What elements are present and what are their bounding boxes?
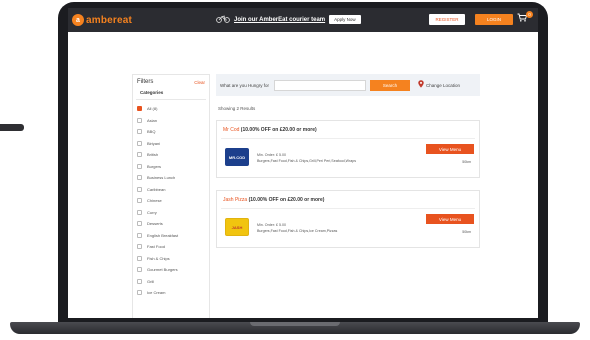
category-checkbox[interactable] xyxy=(137,198,142,204)
category-item[interactable]: Chinese xyxy=(137,195,205,207)
category-checkbox[interactable] xyxy=(137,129,142,135)
category-label: Ice Cream xyxy=(147,290,166,296)
filters-header: Filters Clear xyxy=(133,75,209,88)
min-order: Min. Order: £ 5.00 xyxy=(257,223,286,227)
search-input[interactable] xyxy=(274,79,367,91)
category-checkbox[interactable] xyxy=(137,232,142,238)
view-menu-button[interactable]: View Menu xyxy=(426,144,474,154)
restaurant-header: Mr Cod (10.00% OFF on £20.00 or more) xyxy=(217,121,479,133)
category-label: Gourmet Burgers xyxy=(147,267,178,273)
distance-label: 50km xyxy=(462,160,471,164)
category-checkbox[interactable] xyxy=(137,140,142,146)
category-label: Curry xyxy=(147,209,157,215)
top-navbar: a ambereat Join our AmberEat courier tea… xyxy=(68,8,538,32)
category-item[interactable]: Asian xyxy=(137,115,205,127)
categories-heading: Categories xyxy=(136,88,206,100)
category-checkbox[interactable] xyxy=(137,278,142,284)
category-label: Desserts xyxy=(147,221,163,227)
category-checkbox[interactable] xyxy=(137,117,142,123)
category-label: Biriyani xyxy=(147,140,161,146)
category-item[interactable]: Caribbean xyxy=(137,184,205,196)
cuisine-list: Burgers,Fast Food,Fish & Chips,Ice Cream… xyxy=(257,229,338,233)
category-label: British xyxy=(147,152,159,158)
apply-now-button[interactable]: Apply Now xyxy=(329,15,361,24)
category-checkbox[interactable] xyxy=(137,186,142,192)
restaurant-name[interactable]: Mr Cod xyxy=(223,127,239,133)
search-bar: What are you Hungry for Search Change Lo… xyxy=(216,74,480,96)
category-item[interactable]: Desserts xyxy=(137,218,205,230)
category-label: Caribbean xyxy=(147,186,166,192)
laptop-notch xyxy=(250,322,340,326)
login-button[interactable]: LOGIN xyxy=(475,14,513,25)
category-item[interactable]: Biriyani xyxy=(137,138,205,150)
restaurant-header: Jash Pizza (10.00% OFF on £20.00 or more… xyxy=(217,191,479,203)
restaurant-card[interactable]: Mr Cod (10.00% OFF on £20.00 or more) MR… xyxy=(216,120,480,178)
category-item[interactable]: British xyxy=(137,149,205,161)
category-checkbox[interactable] xyxy=(137,255,142,261)
category-label: Business Lunch xyxy=(147,175,176,181)
restaurant-logo: JASH xyxy=(225,218,249,236)
clear-filters-link[interactable]: Clear xyxy=(194,80,205,85)
card-divider xyxy=(221,208,475,209)
results-count: Showing 2 Results xyxy=(218,106,256,111)
category-checkbox[interactable] xyxy=(137,152,142,158)
category-checkbox[interactable] xyxy=(137,290,142,296)
category-item[interactable]: Fast Food xyxy=(137,241,205,253)
register-button[interactable]: REGISTER xyxy=(429,14,465,25)
category-item[interactable]: Business Lunch xyxy=(137,172,205,184)
product-mockup: a ambereat Join our AmberEat courier tea… xyxy=(0,0,590,340)
change-location-link[interactable]: Change Location xyxy=(426,83,460,88)
category-checkbox[interactable] xyxy=(137,267,142,273)
category-list: All (8) Asian BBQ Biriyani British Burge… xyxy=(133,100,209,299)
filters-title: Filters xyxy=(137,79,154,85)
category-item[interactable]: Gourmet Burgers xyxy=(137,264,205,276)
cart-count-badge: 0 xyxy=(526,11,533,18)
category-label: All (8) xyxy=(147,106,158,112)
laptop-screen: a ambereat Join our AmberEat courier tea… xyxy=(68,8,538,318)
category-checkbox[interactable] xyxy=(137,221,142,227)
bicycle-icon xyxy=(216,14,230,25)
courier-link[interactable]: Join our AmberEat courier team xyxy=(234,17,325,23)
category-label: BBQ xyxy=(147,129,156,135)
category-checkbox[interactable] xyxy=(137,163,142,169)
category-item[interactable]: Grill xyxy=(137,276,205,288)
category-item[interactable]: BBQ xyxy=(137,126,205,138)
category-label: Grill xyxy=(147,278,155,284)
category-item[interactable]: Fish & Chips xyxy=(137,253,205,265)
category-item[interactable]: Ice Cream xyxy=(137,287,205,299)
courier-banner: Join our AmberEat courier team Apply Now xyxy=(216,14,361,25)
category-label: Chinese xyxy=(147,198,162,204)
distance-label: 50km xyxy=(462,230,471,234)
category-label: English Breakfast xyxy=(147,232,179,238)
category-label: Burgers xyxy=(147,163,162,169)
second-laptop-edge xyxy=(0,124,24,131)
map-pin-icon[interactable] xyxy=(418,80,424,90)
category-item[interactable]: Curry xyxy=(137,207,205,219)
view-menu-button[interactable]: View Menu xyxy=(426,214,474,224)
category-checkbox[interactable] xyxy=(137,106,142,112)
category-checkbox[interactable] xyxy=(137,209,142,215)
category-checkbox[interactable] xyxy=(137,175,142,181)
category-label: Fast Food xyxy=(147,244,166,250)
card-divider xyxy=(221,138,475,139)
restaurant-name[interactable]: Jash Pizza xyxy=(223,197,247,203)
category-checkbox[interactable] xyxy=(137,244,142,250)
filters-panel: Filters Clear Categories All (8) Asian B… xyxy=(132,74,210,318)
category-label: Asian xyxy=(147,117,158,123)
search-button[interactable]: Search xyxy=(370,79,411,91)
logo-wordmark: ambereat xyxy=(86,14,133,26)
restaurant-logo: MR.COD xyxy=(225,148,249,166)
category-label: Fish & Chips xyxy=(147,255,170,261)
restaurant-offer: (10.00% OFF on £20.00 or more) xyxy=(240,127,317,133)
search-label: What are you Hungry for xyxy=(220,82,270,88)
category-item[interactable]: Burgers xyxy=(137,161,205,173)
category-item[interactable]: English Breakfast xyxy=(137,230,205,242)
category-item[interactable]: All (8) xyxy=(137,103,205,115)
logo-mark-icon: a xyxy=(72,14,84,26)
restaurant-offer: (10.00% OFF on £20.00 or more) xyxy=(248,197,325,203)
min-order: Min. Order: £ 5.00 xyxy=(257,153,286,157)
restaurant-card[interactable]: Jash Pizza (10.00% OFF on £20.00 or more… xyxy=(216,190,480,248)
cuisine-list: Burgers,Fast Food,Fish & Chips,Grill,Per… xyxy=(257,159,356,163)
brand-logo[interactable]: a ambereat xyxy=(72,14,132,26)
